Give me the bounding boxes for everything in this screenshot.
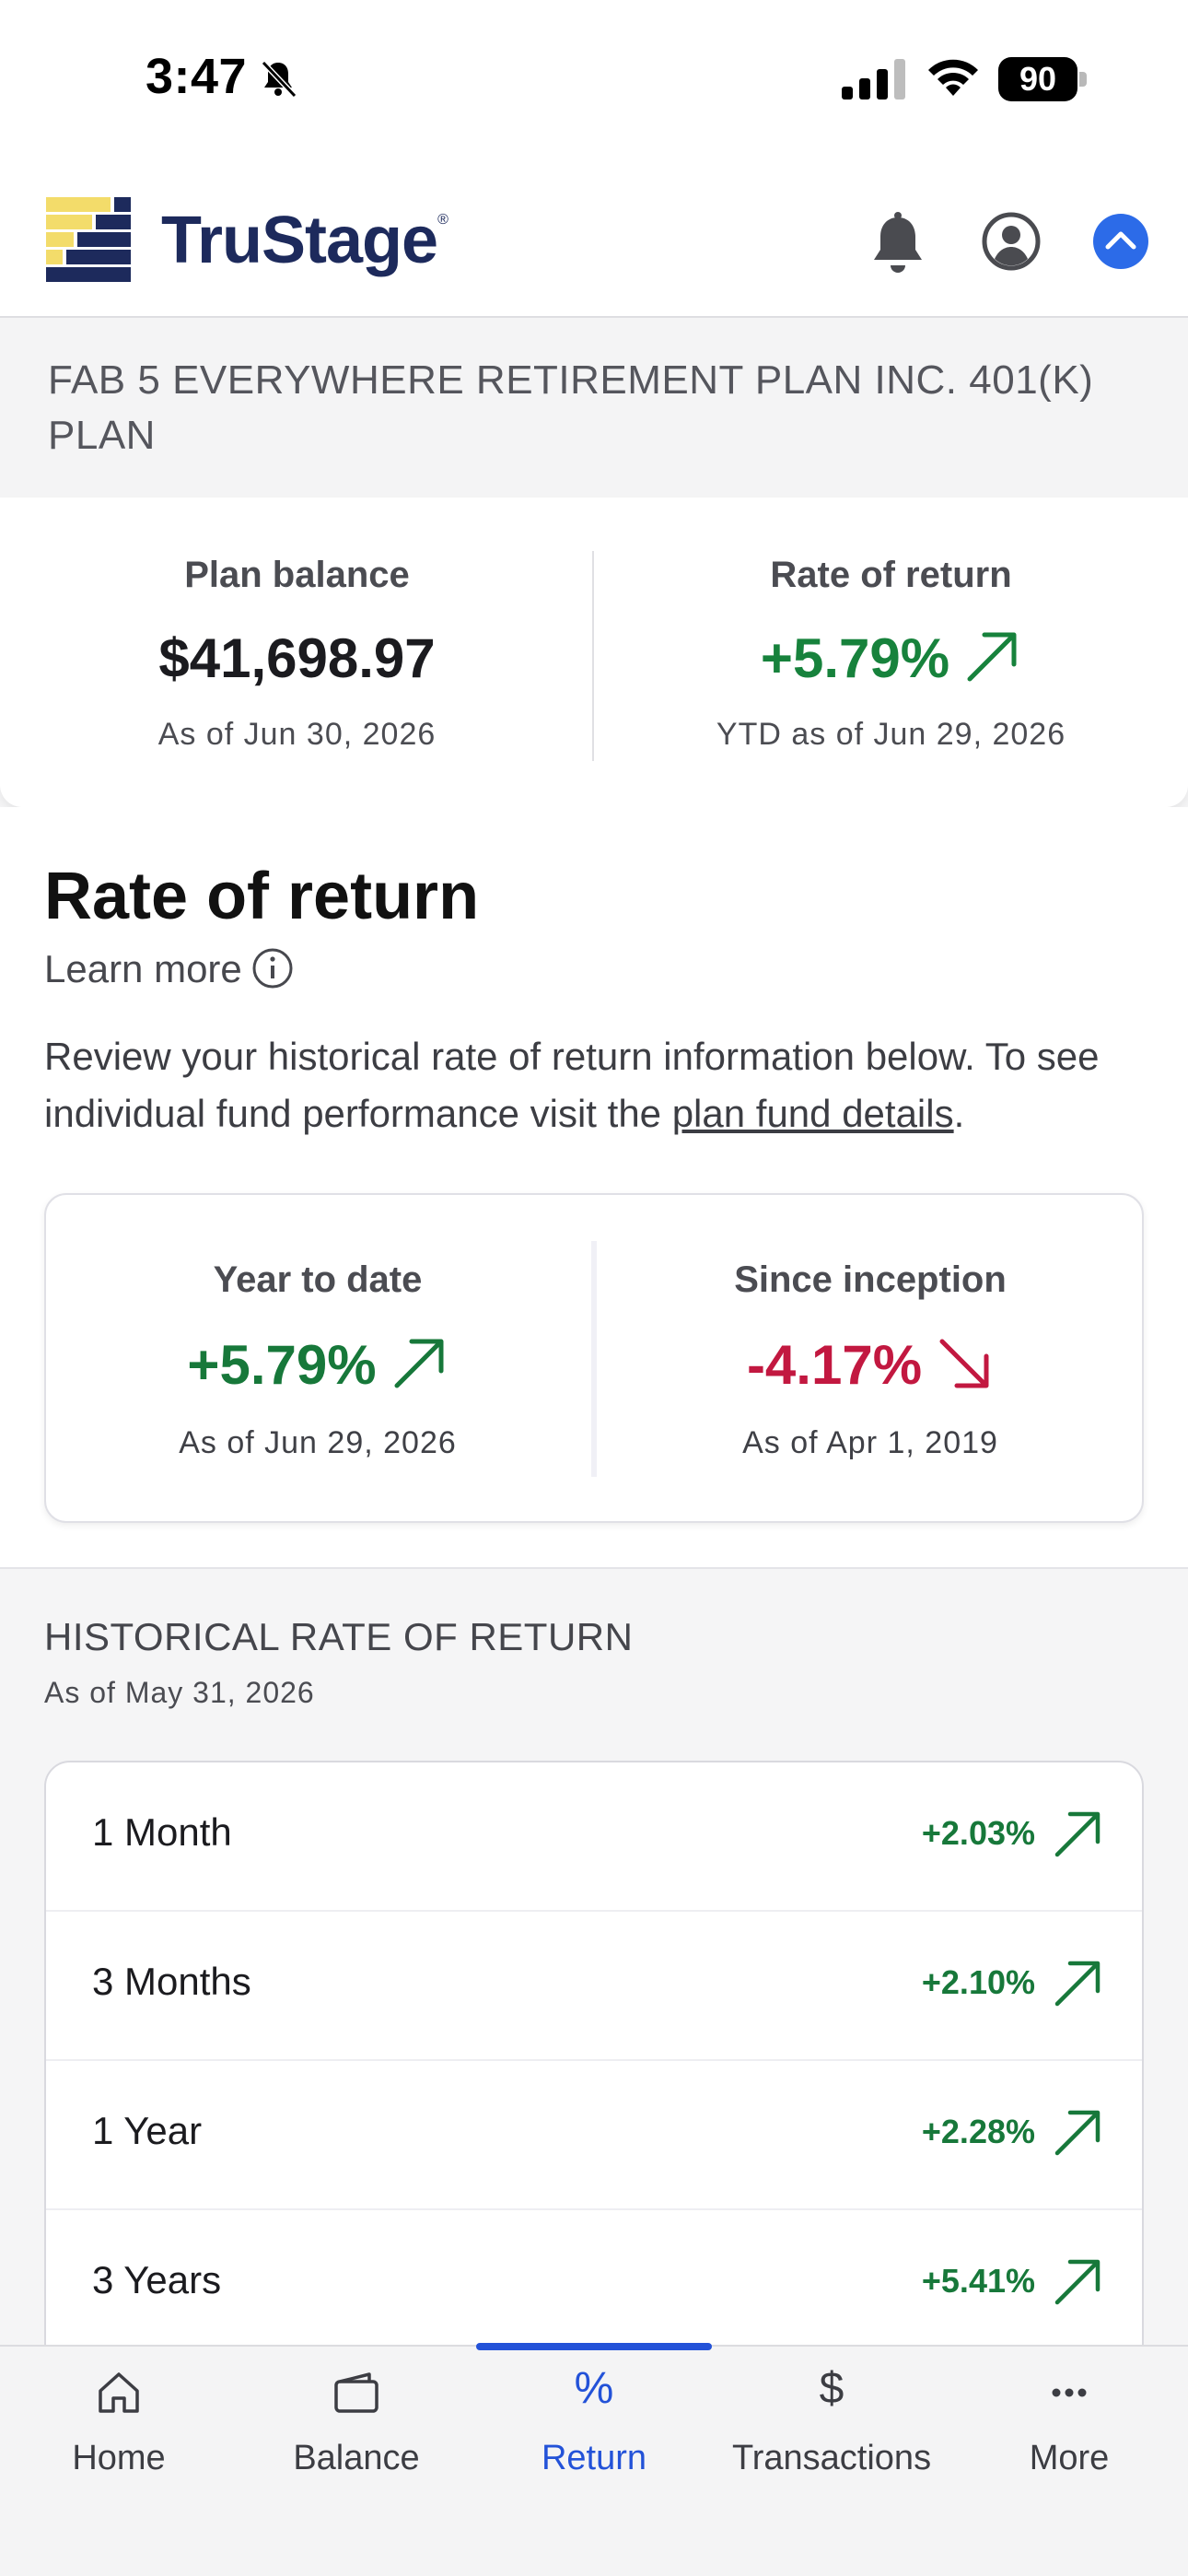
period-label: 1 Year (92, 2109, 203, 2152)
tab-more[interactable]: More (950, 2347, 1188, 2512)
tab-label: Return (541, 2439, 647, 2477)
list-item[interactable]: 1 Year +2.28% (46, 2061, 1142, 2210)
battery-percent: 90 (1019, 60, 1057, 98)
list-item[interactable]: 3 Years +5.41% (46, 2210, 1142, 2359)
learn-more-label: Learn more (44, 947, 242, 990)
plan-balance-block[interactable]: Plan balance $41,698.97 As of Jun 30, 20… (0, 498, 594, 807)
period-label: 3 Months (92, 1960, 251, 2003)
rate-of-return-date: YTD as of Jun 29, 2026 (716, 717, 1066, 752)
rate-of-return-description: Review your historical rate of return in… (44, 1028, 1149, 1142)
year-to-date-date: As of Jun 29, 2026 (179, 1425, 457, 1460)
trend-up-arrow-icon (967, 632, 1017, 682)
plan-name-banner: FAB 5 EVERYWHERE RETIREMENT PLAN INC. 40… (0, 318, 1188, 498)
plan-balance-value: $41,698.97 (158, 627, 436, 689)
trend-up-arrow-icon (1054, 2110, 1101, 2156)
historical-return-section: HISTORICAL RATE OF RETURN As of May 31, … (0, 1567, 1188, 2406)
tab-label: More (1029, 2439, 1110, 2477)
rate-of-return-value-row: +5.79% (594, 626, 1188, 692)
historical-return-title: HISTORICAL RATE OF RETURN (44, 1615, 634, 1658)
since-inception-block: Since inception -4.17% As of Apr 1, 2019 (599, 1195, 1142, 1525)
year-to-date-label: Year to date (213, 1259, 423, 1300)
rate-of-return-block[interactable]: Rate of return +5.79% YTD as of Jun 29, … (594, 498, 1188, 807)
period-return-value: +2.03% (921, 1814, 1035, 1852)
dollar-icon: $ (819, 2364, 844, 2413)
trend-up-arrow-icon (1054, 1961, 1101, 2007)
app-screen: 3:47 90 TruStage® FAB 5 EVERYWHERE RETIR… (0, 0, 1188, 2576)
plan-balance-label: Plan balance (184, 555, 410, 595)
tab-transactions[interactable]: $ Transactions (713, 2347, 950, 2512)
return-overview-card: Year to date +5.79% As of Jun 29, 2026 S… (44, 1193, 1144, 1523)
trend-down-arrow-icon (939, 1339, 989, 1388)
battery-icon: 90 (998, 57, 1087, 101)
since-inception-value: -4.17% (746, 1334, 923, 1396)
notifications-bell-icon[interactable] (868, 212, 927, 278)
registered-mark: ® (437, 212, 448, 228)
plan-summary-card: Plan balance $41,698.97 As of Jun 30, 20… (0, 498, 1188, 807)
year-to-date-block: Year to date +5.79% As of Jun 29, 2026 (46, 1195, 589, 1525)
period-label: 3 Years (92, 2258, 222, 2301)
tab-home[interactable]: Home (0, 2347, 238, 2512)
year-to-date-value: +5.79% (187, 1334, 377, 1396)
tab-label: Balance (293, 2439, 420, 2477)
period-label: 1 Month (92, 1810, 232, 1854)
status-time: 3:47 (146, 49, 248, 104)
percent-icon: % (574, 2364, 614, 2413)
tab-balance[interactable]: Balance (238, 2347, 475, 2512)
trustage-logo-icon (46, 197, 131, 282)
collapse-chevron-button[interactable] (1093, 214, 1148, 269)
plan-balance-date: As of Jun 30, 2026 (157, 717, 437, 752)
trend-up-arrow-icon (1054, 2259, 1101, 2305)
rate-of-return-value: +5.79% (760, 627, 950, 689)
cellular-signal-icon (842, 59, 905, 100)
silent-bell-icon (261, 60, 297, 99)
rate-of-return-label: Rate of return (770, 555, 1012, 595)
plan-name: FAB 5 EVERYWHERE RETIREMENT PLAN INC. 40… (48, 357, 1094, 458)
period-return-value: +5.41% (921, 2262, 1035, 2300)
brand-name: TruStage® (161, 203, 448, 278)
list-item[interactable]: 3 Months +2.10% (46, 1912, 1142, 2061)
historical-return-date: As of May 31, 2026 (44, 1676, 315, 1709)
since-inception-date: As of Apr 1, 2019 (742, 1425, 998, 1460)
info-icon (252, 948, 293, 989)
trend-up-arrow-icon (1054, 1811, 1101, 1857)
tab-label: Home (72, 2439, 166, 2477)
tab-label: Transactions (731, 2439, 932, 2477)
wifi-icon (928, 59, 978, 96)
plan-fund-details-link[interactable]: plan fund details (672, 1092, 954, 1135)
home-icon (99, 2372, 139, 2413)
period-return-value: +2.10% (921, 1963, 1035, 2001)
since-inception-label: Since inception (734, 1259, 1007, 1300)
brand-text: TruStage (161, 204, 438, 277)
period-return-value: +2.28% (921, 2113, 1035, 2150)
historical-return-list: 1 Month +2.03% 3 Months +2.10% 1 Year +2… (44, 1761, 1144, 2406)
chevron-up-icon (1105, 231, 1136, 250)
account-user-icon[interactable] (982, 212, 1041, 271)
trend-up-arrow-icon (394, 1339, 444, 1388)
since-inception-value-row: -4.17% (599, 1333, 1142, 1399)
overview-divider (591, 1241, 597, 1477)
year-to-date-value-row: +5.79% (46, 1333, 589, 1399)
more-icon (1052, 2388, 1087, 2397)
rate-of-return-section: Rate of return Learn more Review your hi… (0, 807, 1188, 1567)
list-item[interactable]: 1 Month +2.03% (46, 1762, 1142, 1912)
description-end: . (953, 1092, 965, 1135)
status-bar: 3:47 90 (0, 0, 1188, 175)
wallet-icon (334, 2372, 379, 2413)
tab-return[interactable]: % Return (475, 2347, 713, 2512)
bottom-tab-bar: Home Balance % Return $ Transactions Mor… (0, 2343, 1188, 2576)
learn-more-link[interactable]: Learn more (44, 947, 294, 993)
page-title: Rate of return (44, 860, 480, 933)
app-header: TruStage® (0, 175, 1188, 318)
